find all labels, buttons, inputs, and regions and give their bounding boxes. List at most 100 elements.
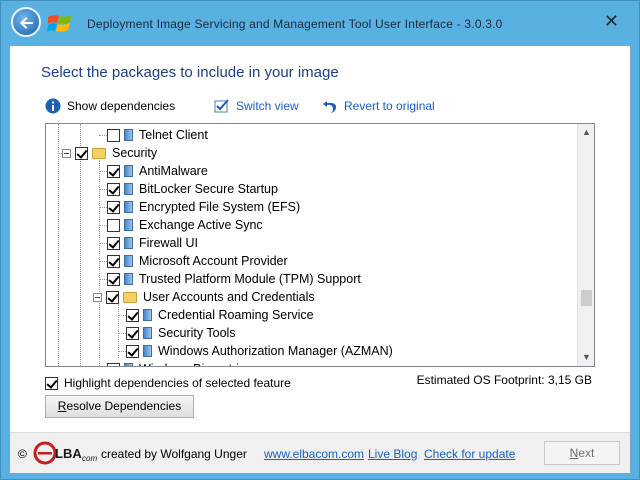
highlight-dependencies-label: Highlight dependencies of selected featu… bbox=[64, 376, 291, 390]
back-button[interactable] bbox=[11, 7, 41, 37]
tree-row[interactable]: Windows Authorization Manager (AZMAN) bbox=[126, 342, 393, 360]
scroll-up-icon[interactable]: ▲ bbox=[582, 127, 591, 137]
feature-checkbox[interactable] bbox=[107, 200, 120, 214]
collapse-icon[interactable] bbox=[93, 292, 102, 302]
switch-view-button[interactable]: Switch view bbox=[214, 98, 299, 114]
website-link[interactable]: www.elbacom.com bbox=[264, 447, 364, 461]
package-icon bbox=[143, 345, 152, 357]
package-icon bbox=[124, 183, 133, 195]
tree-guide-line bbox=[118, 304, 119, 358]
created-by: created by Wolfgang Unger bbox=[101, 447, 247, 461]
feature-checkbox[interactable] bbox=[126, 326, 139, 340]
folder-icon bbox=[92, 147, 106, 159]
feature-checkbox[interactable] bbox=[107, 272, 120, 286]
tree-guide-line bbox=[99, 160, 100, 366]
package-icon bbox=[124, 237, 133, 249]
feature-tree[interactable]: Telnet Client Security AntiMalware BitLocke… bbox=[45, 123, 595, 367]
tree-row-label: User Accounts and Credentials bbox=[143, 290, 315, 304]
tree-row-label: Security Tools bbox=[158, 326, 236, 340]
show-dependencies-button[interactable]: Show dependencies bbox=[45, 98, 175, 114]
feature-checkbox[interactable] bbox=[106, 290, 119, 304]
windows-logo-icon bbox=[47, 15, 72, 32]
tree-row[interactable]: Exchange Active Sync bbox=[107, 216, 263, 234]
package-icon bbox=[143, 309, 152, 321]
next-button[interactable]: Next bbox=[544, 441, 620, 465]
os-footprint: Estimated OS Footprint: 3,15 GB bbox=[416, 373, 592, 387]
tree-guide-line bbox=[58, 124, 59, 366]
feature-checkbox[interactable] bbox=[107, 254, 120, 268]
client-area: Select the packages to include in your i… bbox=[9, 45, 631, 473]
tree-connector bbox=[99, 243, 107, 244]
package-icon bbox=[124, 273, 133, 285]
checklist-icon bbox=[214, 99, 229, 113]
tree-connector bbox=[99, 171, 107, 172]
tree-row-label: Credential Roaming Service bbox=[158, 308, 314, 322]
folder-icon bbox=[123, 291, 137, 303]
feature-checkbox[interactable] bbox=[107, 218, 120, 232]
switch-view-label: Switch view bbox=[236, 99, 299, 113]
feature-checkbox[interactable] bbox=[75, 146, 88, 160]
tree-row[interactable]: Firewall UI bbox=[107, 234, 198, 252]
tree-connector bbox=[99, 207, 107, 208]
tree-row-label: Windows Biometrics bbox=[139, 362, 252, 366]
highlight-dependencies-option[interactable]: Highlight dependencies of selected featu… bbox=[45, 376, 291, 390]
tree-row[interactable]: Security bbox=[62, 144, 157, 162]
tree-connector bbox=[99, 261, 107, 262]
feature-checkbox[interactable] bbox=[107, 128, 120, 142]
elba-logo-icon: LBA com bbox=[33, 441, 97, 465]
check-update-link[interactable]: Check for update bbox=[424, 447, 515, 461]
feature-checkbox[interactable] bbox=[107, 236, 120, 250]
copyright-symbol: © bbox=[18, 447, 27, 461]
tree-row[interactable]: Credential Roaming Service bbox=[126, 306, 314, 324]
tree-row-label: BitLocker Secure Startup bbox=[139, 182, 278, 196]
tree-row[interactable]: Encrypted File System (EFS) bbox=[107, 198, 300, 216]
tree-connector bbox=[118, 333, 126, 334]
tree-row[interactable]: Trusted Platform Module (TPM) Support bbox=[107, 270, 361, 288]
tree-connector bbox=[99, 279, 107, 280]
toolbar: Show dependencies Switch view Revert to … bbox=[45, 98, 605, 116]
tree-row[interactable]: Microsoft Account Provider bbox=[107, 252, 288, 270]
footer: © LBA com created by Wolfgang Unger www.… bbox=[10, 432, 630, 473]
tree-row[interactable]: Security Tools bbox=[126, 324, 236, 342]
title-bar: Deployment Image Servicing and Managemen… bbox=[1, 1, 639, 45]
feature-checkbox[interactable] bbox=[107, 362, 120, 366]
tree-row-label: Encrypted File System (EFS) bbox=[139, 200, 301, 214]
back-arrow-icon bbox=[20, 17, 33, 29]
tree-row-label: Telnet Client bbox=[139, 128, 208, 142]
feature-checkbox[interactable] bbox=[107, 164, 120, 178]
logo-text-sub: com bbox=[82, 454, 97, 463]
live-blog-link[interactable]: Live Blog bbox=[368, 447, 417, 461]
tree-connector bbox=[99, 189, 107, 190]
tree-row[interactable]: Windows Biometrics bbox=[107, 360, 252, 366]
package-icon bbox=[124, 165, 133, 177]
scroll-down-icon[interactable]: ▼ bbox=[582, 352, 591, 362]
feature-checkbox[interactable] bbox=[126, 308, 139, 322]
feature-tree-content: Telnet Client Security AntiMalware BitLocke… bbox=[46, 124, 578, 366]
collapse-icon[interactable] bbox=[62, 148, 71, 158]
revert-button[interactable]: Revert to original bbox=[322, 98, 435, 114]
highlight-dependencies-checkbox[interactable] bbox=[45, 376, 58, 390]
page-title: Select the packages to include in your i… bbox=[41, 64, 339, 81]
tree-row-label: Exchange Active Sync bbox=[139, 218, 263, 232]
close-button[interactable]: ✕ bbox=[604, 11, 619, 32]
app-window: Deployment Image Servicing and Managemen… bbox=[0, 0, 640, 480]
tree-row[interactable]: BitLocker Secure Startup bbox=[107, 180, 278, 198]
tree-connector bbox=[118, 315, 126, 316]
tree-connector bbox=[118, 351, 126, 352]
feature-checkbox[interactable] bbox=[107, 182, 120, 196]
tree-row[interactable]: User Accounts and Credentials bbox=[93, 288, 315, 306]
tree-row-label: Windows Authorization Manager (AZMAN) bbox=[158, 344, 393, 358]
package-icon bbox=[124, 255, 133, 267]
tree-row-label: Security bbox=[112, 146, 158, 160]
feature-checkbox[interactable] bbox=[126, 344, 139, 358]
scroll-thumb[interactable] bbox=[581, 290, 592, 306]
show-dependencies-label: Show dependencies bbox=[67, 99, 176, 113]
package-icon bbox=[124, 219, 133, 231]
info-icon bbox=[45, 98, 61, 114]
next-post: ext bbox=[578, 446, 595, 460]
tree-row[interactable]: AntiMalware bbox=[107, 162, 208, 180]
resolve-dependencies-button[interactable]: Resolve Dependencies bbox=[45, 395, 194, 418]
tree-scrollbar[interactable]: ▲ ▼ bbox=[577, 124, 594, 366]
tree-row[interactable]: Telnet Client bbox=[107, 126, 208, 144]
resolve-post: esolve Dependencies bbox=[66, 399, 182, 413]
